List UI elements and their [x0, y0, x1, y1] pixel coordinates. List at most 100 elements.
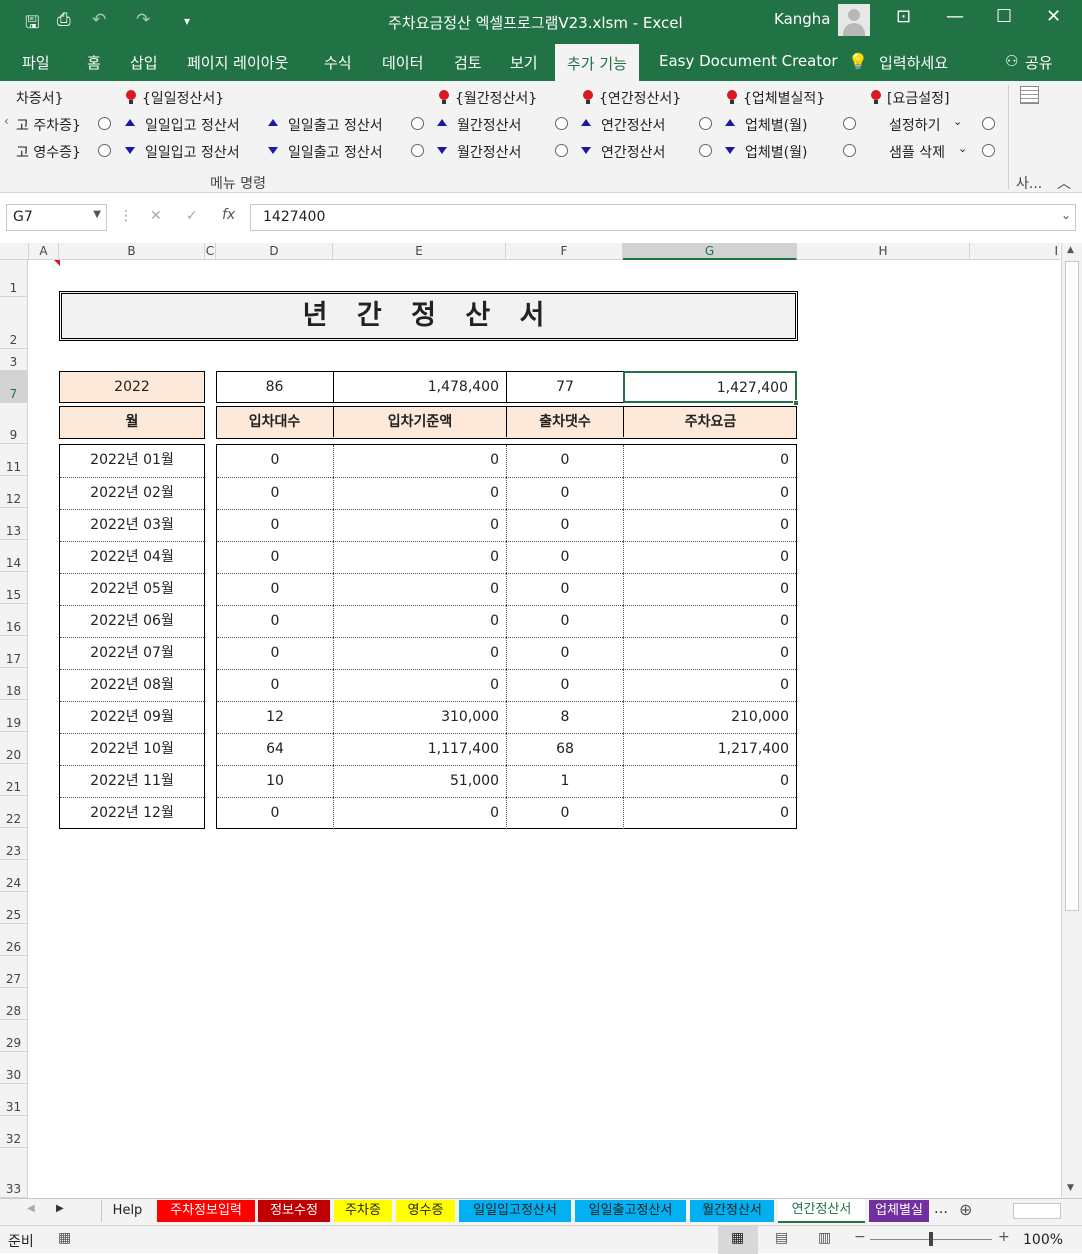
row-header[interactable]: 2 [0, 297, 28, 349]
sheet-tab[interactable]: 업체별실 [869, 1200, 929, 1222]
count-in-cell[interactable]: 0 [217, 797, 333, 829]
count-in-cell[interactable]: 0 [217, 445, 333, 477]
count-out-cell[interactable]: 0 [506, 797, 623, 829]
vertical-scrollbar[interactable]: ▲ ▼ [1061, 243, 1082, 1198]
row-header[interactable]: 21 [0, 764, 28, 796]
ribbon-display-options-icon[interactable]: ⊡ [896, 6, 911, 27]
month-cell[interactable]: 2022년 11월 [60, 765, 204, 797]
ribbon-item-monthly-down[interactable]: 월간정산서 [457, 142, 521, 162]
row-header[interactable]: 22 [0, 796, 28, 828]
column-header-selected[interactable]: G [623, 243, 797, 260]
radio-button[interactable] [699, 117, 712, 130]
redo-icon[interactable]: ↷ [136, 10, 150, 30]
scroll-up-icon[interactable]: ▲ [1067, 245, 1074, 255]
row-header[interactable]: 26 [0, 924, 28, 956]
ribbon-item-receipt[interactable]: 고 영수증} [16, 142, 81, 162]
count-out-cell[interactable]: 0 [506, 669, 623, 701]
fee-cell[interactable]: 0 [623, 509, 796, 541]
normal-view-button[interactable]: ▦ [718, 1226, 758, 1254]
amount-in-cell[interactable]: 0 [333, 573, 506, 605]
column-header[interactable]: H [797, 243, 970, 260]
row-header[interactable]: 13 [0, 508, 28, 540]
print-preview-icon[interactable]: ⎙ [57, 10, 71, 30]
radio-button[interactable] [411, 144, 424, 157]
count-out-cell[interactable]: 0 [506, 541, 623, 573]
count-in-cell[interactable]: 12 [217, 701, 333, 733]
month-cell[interactable]: 2022년 07월 [60, 637, 204, 669]
amount-in-cell[interactable]: 0 [333, 541, 506, 573]
count-out-cell[interactable]: 0 [506, 445, 623, 477]
count-out-cell[interactable]: 0 [506, 477, 623, 509]
row-header[interactable]: 9 [0, 403, 28, 444]
count-in-cell[interactable]: 0 [217, 637, 333, 669]
ribbon-item-daily-out-down[interactable]: 일일출고 정산서 [288, 142, 383, 162]
month-cell[interactable]: 2022년 10월 [60, 733, 204, 765]
month-cell[interactable]: 2022년 05월 [60, 573, 204, 605]
chevron-down-icon[interactable]: ▼ [93, 209, 101, 220]
ribbon-item-yearly-down[interactable]: 연간정산서 [601, 142, 665, 162]
macro-record-icon[interactable]: ▦ [58, 1230, 71, 1246]
fee-cell[interactable]: 0 [623, 477, 796, 509]
ribbon-item-daily-in-down[interactable]: 일일입고 정산서 [145, 142, 240, 162]
select-all-corner[interactable] [0, 243, 29, 260]
page-layout-view-icon[interactable]: ▤ [775, 1230, 788, 1246]
more-sheets-icon[interactable]: … [934, 1201, 948, 1217]
insert-function-icon[interactable]: fx [222, 207, 235, 223]
radio-button[interactable] [982, 117, 995, 130]
share-button[interactable]: 공유 [1025, 52, 1053, 73]
row-header[interactable]: 28 [0, 988, 28, 1020]
total-count-in[interactable]: 86 [216, 372, 333, 402]
next-sheet-icon[interactable]: ▶ [56, 1203, 64, 1214]
amount-in-cell[interactable]: 51,000 [333, 765, 506, 797]
undo-icon[interactable]: ↶ [92, 10, 106, 30]
row-header[interactable]: 29 [0, 1020, 28, 1052]
row-header[interactable]: 12 [0, 476, 28, 508]
fee-cell[interactable]: 1,217,400 [623, 733, 796, 765]
column-header[interactable]: A [29, 243, 59, 260]
sheet-tab[interactable]: 일일출고정산서 [575, 1200, 686, 1222]
sheet-tab[interactable]: 주차증 [334, 1200, 392, 1222]
ribbon-item-company-up[interactable]: 업체별(월) [745, 115, 807, 135]
sheet-tab[interactable]: Help [101, 1200, 153, 1222]
amount-in-cell[interactable]: 0 [333, 637, 506, 669]
row-header[interactable]: 1 [0, 260, 28, 297]
sheet-tab[interactable]: 정보수정 [258, 1200, 330, 1222]
count-in-cell[interactable]: 64 [217, 733, 333, 765]
row-header[interactable]: 15 [0, 572, 28, 604]
scroll-left-icon[interactable]: ‹ [4, 114, 9, 128]
month-cell[interactable]: 2022년 12월 [60, 797, 204, 829]
chevron-down-icon[interactable]: ⌄ [953, 115, 962, 128]
count-out-cell[interactable]: 0 [506, 605, 623, 637]
ribbon-item-company-down[interactable]: 업체별(월) [745, 142, 807, 162]
row-header[interactable]: 30 [0, 1052, 28, 1084]
fee-cell[interactable]: 0 [623, 765, 796, 797]
count-in-cell[interactable]: 0 [217, 509, 333, 541]
enter-icon[interactable]: ✓ [186, 208, 198, 224]
customize-toolbar-icon[interactable]: ▾ [184, 14, 190, 28]
count-in-cell[interactable]: 0 [217, 573, 333, 605]
tab-file[interactable]: 파일 [22, 52, 50, 73]
radio-button[interactable] [98, 144, 111, 157]
row-header[interactable]: 23 [0, 828, 28, 860]
expand-formula-icon[interactable]: ⌄ [1061, 208, 1071, 222]
ribbon-side-label[interactable]: 사... [1016, 173, 1042, 193]
count-out-cell[interactable]: 68 [506, 733, 623, 765]
sheet-tab[interactable]: 월간정산서 [690, 1200, 774, 1222]
row-header[interactable]: 7 [0, 371, 28, 403]
ribbon-item-daily-out-up[interactable]: 일일출고 정산서 [288, 115, 383, 135]
row-header[interactable]: 18 [0, 668, 28, 700]
maximize-icon[interactable]: ☐ [996, 6, 1012, 27]
count-out-cell[interactable]: 1 [506, 765, 623, 797]
row-header[interactable]: 16 [0, 604, 28, 636]
collapse-ribbon-icon[interactable]: ︿ [1057, 173, 1071, 193]
radio-button[interactable] [411, 117, 424, 130]
ribbon-item-settings[interactable]: 설정하기 [889, 115, 941, 135]
formula-input[interactable]: 1427400 ⌄ [250, 204, 1076, 231]
ribbon-item-delete-sample[interactable]: 샘플 삭제 [889, 142, 945, 162]
total-count-out[interactable]: 77 [506, 372, 623, 402]
fee-cell[interactable]: 0 [623, 669, 796, 701]
avatar[interactable] [838, 4, 870, 36]
scroll-down-icon[interactable]: ▼ [1067, 1183, 1074, 1193]
zoom-out-icon[interactable]: − [854, 1229, 866, 1245]
page-break-view-icon[interactable]: ▥ [818, 1230, 831, 1246]
